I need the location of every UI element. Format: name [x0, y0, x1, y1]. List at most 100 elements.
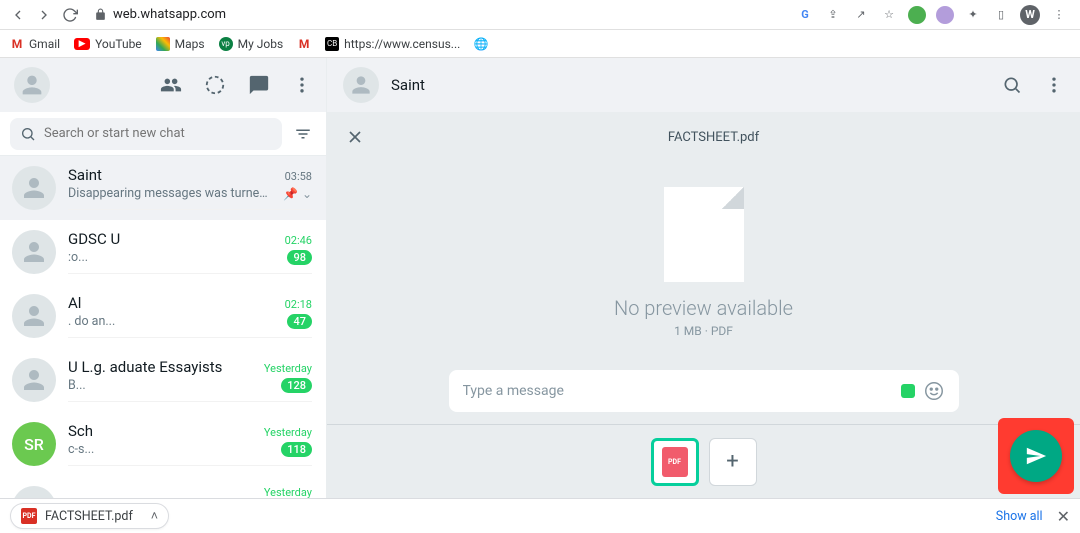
- chat-preview: . do an...: [68, 314, 115, 329]
- attachment-preview: No preview available 1 MB · PDF: [327, 162, 1080, 362]
- bookmarks-bar: MGmail ▶YouTube Maps vpMy Jobs M CBhttps…: [0, 30, 1080, 58]
- filter-icon[interactable]: [290, 125, 316, 143]
- chat-item[interactable]: Al 02:18 . do an... 47: [0, 284, 326, 348]
- unread-badge: 47: [287, 314, 312, 329]
- chat-name: Saint: [68, 166, 102, 184]
- pin-icon: 📌: [283, 187, 298, 201]
- chat-preview: :o...: [68, 250, 88, 265]
- chat-time: Yesterday: [264, 362, 312, 375]
- chat-item[interactable]: GDSC U 02:46 :o... 98: [0, 220, 326, 284]
- download-shelf: PDF FACTSHEET.pdf ˄ Show all ✕: [0, 498, 1080, 533]
- search-input[interactable]: [44, 126, 272, 141]
- chat-item[interactable]: Yesterday 118: [0, 476, 326, 498]
- chat-time: Yesterday: [264, 486, 312, 498]
- no-preview-text: No preview available: [614, 296, 793, 320]
- chat-avatar: [12, 166, 56, 210]
- profile-avatar-browser[interactable]: W: [1020, 5, 1040, 25]
- forward-button[interactable]: [34, 5, 54, 25]
- search-box[interactable]: [10, 118, 282, 150]
- attachment-thumb-1[interactable]: PDF: [651, 438, 699, 486]
- unread-badge: 98: [287, 250, 312, 265]
- chat-preview: Disappearing messages was turned off. C.…: [68, 186, 268, 201]
- contact-avatar[interactable]: [343, 67, 379, 103]
- chat-item[interactable]: Saint03:58Disappearing messages was turn…: [0, 156, 326, 220]
- unread-badge: 128: [281, 378, 312, 393]
- chat-name: Al: [68, 294, 81, 312]
- file-meta: 1 MB · PDF: [674, 324, 733, 338]
- share2-icon[interactable]: ↗: [852, 6, 870, 24]
- bookmark-maps[interactable]: Maps: [156, 37, 205, 51]
- download-chevron-icon[interactable]: ˄: [151, 509, 158, 524]
- chat-pane: Saint FACTSHEET.pdf No preview available…: [327, 58, 1080, 498]
- close-shelf-button[interactable]: ✕: [1057, 507, 1070, 526]
- sidebar-menu-icon[interactable]: [292, 74, 312, 96]
- star-icon[interactable]: ☆: [880, 6, 898, 24]
- attachment-thumbs: PDF +: [327, 424, 1080, 498]
- browser-menu-icon[interactable]: ⋮: [1050, 6, 1068, 24]
- extensions-icon[interactable]: ✦: [964, 6, 982, 24]
- share-icon[interactable]: ⇪: [824, 6, 842, 24]
- browser-toolbar: web.whatsapp.com G ⇪ ↗ ☆ ✦ ▯ W ⋮: [0, 0, 1080, 30]
- extension-1-icon[interactable]: [908, 6, 926, 24]
- chat-header: Saint: [327, 58, 1080, 112]
- side-panel-icon[interactable]: ▯: [992, 6, 1010, 24]
- browser-actions: G ⇪ ↗ ☆ ✦ ▯ W ⋮: [796, 5, 1072, 25]
- chat-time: 02:46: [285, 234, 312, 247]
- caption-box[interactable]: [449, 370, 959, 412]
- bookmark-m[interactable]: M: [297, 37, 311, 51]
- caption-row: [327, 362, 1080, 424]
- address-bar[interactable]: web.whatsapp.com: [94, 7, 226, 22]
- search-icon: [20, 126, 36, 142]
- close-attachment-button[interactable]: [345, 127, 365, 147]
- bookmark-myjobs[interactable]: vpMy Jobs: [219, 37, 284, 51]
- chat-sidebar: Saint03:58Disappearing messages was turn…: [0, 58, 327, 498]
- chat-preview: B...: [68, 378, 86, 393]
- communities-icon[interactable]: [160, 74, 182, 96]
- show-all-downloads[interactable]: Show all: [996, 509, 1043, 524]
- chat-avatar: [12, 358, 56, 402]
- chat-menu-icon[interactable]: [1044, 75, 1064, 95]
- back-button[interactable]: [8, 5, 28, 25]
- extension-2-icon[interactable]: [936, 6, 954, 24]
- pdf-file-icon: PDF: [21, 508, 37, 524]
- chat-avatar: [12, 486, 56, 498]
- status-icon[interactable]: [204, 74, 226, 96]
- bookmark-globe[interactable]: 🌐: [474, 37, 488, 51]
- reload-button[interactable]: [60, 5, 80, 25]
- document-icon: [664, 187, 744, 282]
- chat-avatar: [12, 230, 56, 274]
- emoji-icon[interactable]: [923, 380, 945, 402]
- download-item[interactable]: PDF FACTSHEET.pdf ˄: [10, 503, 169, 529]
- bookmark-census[interactable]: CBhttps://www.census...: [325, 37, 460, 51]
- send-button[interactable]: [1010, 430, 1062, 482]
- chat-item[interactable]: U L.g. aduate Essayists Yesterday B... 128: [0, 348, 326, 412]
- attachment-header: FACTSHEET.pdf: [327, 112, 1080, 162]
- chat-avatar: SR: [12, 422, 56, 466]
- chat-item[interactable]: SRSchYesterdayc-s...118: [0, 412, 326, 476]
- lock-icon: [94, 8, 107, 21]
- bookmark-gmail[interactable]: MGmail: [10, 37, 60, 51]
- search-row: [0, 112, 326, 156]
- download-filename: FACTSHEET.pdf: [45, 509, 133, 524]
- google-icon[interactable]: G: [796, 6, 814, 24]
- url-text: web.whatsapp.com: [113, 7, 226, 22]
- contact-name: Saint: [391, 76, 425, 94]
- chat-time: Yesterday: [264, 426, 312, 439]
- chat-avatar: [12, 294, 56, 338]
- attachment-filename: FACTSHEET.pdf: [365, 130, 1062, 145]
- my-avatar[interactable]: [14, 67, 50, 103]
- chat-name: U L.g. aduate Essayists: [68, 358, 222, 376]
- sidebar-header: [0, 58, 326, 112]
- sticker-icon[interactable]: [901, 384, 915, 398]
- add-attachment-button[interactable]: +: [709, 438, 757, 486]
- bookmark-youtube[interactable]: ▶YouTube: [74, 37, 142, 51]
- chevron-down-icon: ⌄: [302, 187, 312, 201]
- chat-preview: c-s...: [68, 442, 94, 457]
- chat-time: 02:18: [285, 298, 312, 311]
- search-chat-icon[interactable]: [1002, 75, 1022, 95]
- chat-name: GDSC U: [68, 230, 120, 248]
- send-highlight: [998, 418, 1074, 494]
- new-chat-icon[interactable]: [248, 74, 270, 96]
- caption-input[interactable]: [463, 383, 893, 399]
- pdf-icon: PDF: [662, 447, 688, 477]
